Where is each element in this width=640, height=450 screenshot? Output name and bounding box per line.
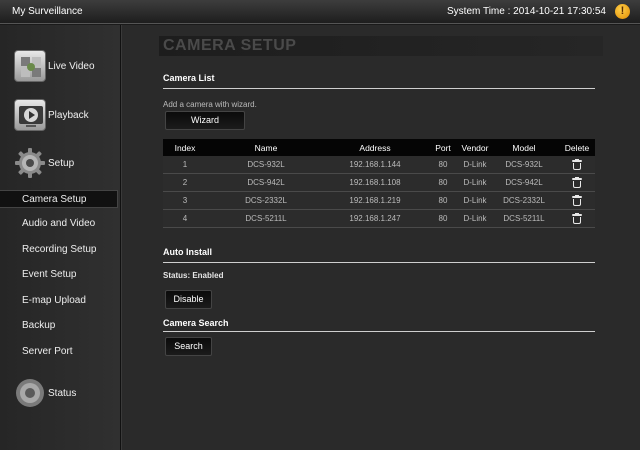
playback-label: Playback [48,110,89,121]
cell-name: DCS-942L [247,178,285,187]
table-row[interactable]: 4 DCS-5211L 192.168.1.247 80 D-Link DCS-… [163,210,595,228]
trash-icon[interactable] [572,195,582,206]
cell-address: 192.168.1.247 [349,214,401,223]
col-port: Port [435,142,451,153]
col-delete: Delete [564,142,590,153]
cell-vendor: D-Link [463,214,487,223]
nav-playback[interactable]: Playback [14,99,118,133]
disable-button[interactable]: Disable [165,290,212,309]
delete-cell [559,210,595,227]
playback-icon [14,99,46,131]
sidebar-item-audio-video[interactable]: Audio and Video [0,215,118,233]
cell-port: 80 [438,160,448,169]
cell-index: 2 [182,178,188,187]
live-video-icon [14,50,46,82]
delete-cell [559,174,595,191]
delete-cell [559,192,595,209]
cell-port: 80 [438,214,448,223]
setup-label: Setup [48,158,75,169]
table-header: Index Name Address Port Vendor Model Del… [163,139,595,156]
nav-status[interactable]: Status [14,377,118,411]
cell-model: DCS-942L [505,178,543,187]
table-row[interactable]: 1 DCS-932L 192.168.1.144 80 D-Link DCS-9… [163,156,595,174]
wizard-button[interactable]: Wizard [165,111,245,130]
nav-live-video[interactable]: Live Video [14,50,118,84]
cell-port: 80 [438,178,448,187]
trash-icon[interactable] [572,213,582,224]
cell-vendor: D-Link [463,196,487,205]
sidebar-item-camera-setup[interactable]: Camera Setup [0,190,118,208]
cell-port: 80 [438,196,448,205]
sidebar-item-recording-setup[interactable]: Recording Setup [0,241,118,259]
camera-list-heading: Camera List [163,73,215,83]
status-label: Status [48,388,77,399]
table-row[interactable]: 2 DCS-942L 192.168.1.108 80 D-Link DCS-9… [163,174,595,192]
cell-model: DCS-932L [505,160,543,169]
cell-model: DCS-2332L [503,196,545,205]
page-title: CAMERA SETUP [159,36,603,56]
cell-index: 4 [182,214,188,223]
camera-search-divider [163,331,595,332]
alert-icon[interactable]: ! [615,4,630,19]
auto-install-heading: Auto Install [163,247,212,257]
cell-name: DCS-932L [247,160,285,169]
camera-list-divider [163,88,595,89]
sidebar: Live Video Playback Setup Camera Setup A… [0,25,121,450]
camera-search-heading: Camera Search [163,318,229,328]
table-row[interactable]: 3 DCS-2332L 192.168.1.219 80 D-Link DCS-… [163,192,595,210]
sidebar-item-event-setup[interactable]: Event Setup [0,266,118,284]
cell-index: 3 [182,196,188,205]
gear-icon [14,147,46,179]
live-video-label: Live Video [48,61,95,72]
cell-address: 192.168.1.144 [349,160,401,169]
camera-table: Index Name Address Port Vendor Model Del… [163,139,595,228]
search-button[interactable]: Search [165,337,212,356]
auto-install-divider [163,262,595,263]
cell-vendor: D-Link [463,178,487,187]
sidebar-item-server-port[interactable]: Server Port [0,343,118,361]
nav-setup[interactable]: Setup [14,147,118,181]
col-name: Name [254,142,278,153]
sidebar-item-emap-upload[interactable]: E-map Upload [0,292,118,310]
col-address: Address [359,142,391,153]
status-icon [14,377,46,409]
wizard-hint: Add a camera with wizard. [163,100,257,109]
cell-name: DCS-5211L [245,214,287,223]
col-model: Model [512,142,536,153]
delete-cell [559,156,595,173]
auto-install-status: Status: Enabled [163,271,224,280]
cell-address: 192.168.1.219 [349,196,401,205]
title-bar: My Surveillance System Time : 2014-10-21… [0,0,640,24]
cell-index: 1 [182,160,188,169]
app-title: My Surveillance [12,6,83,17]
cell-address: 192.168.1.108 [349,178,401,187]
main-panel: CAMERA SETUP Camera List Add a camera wi… [121,25,640,450]
col-vendor: Vendor [461,142,489,153]
trash-icon[interactable] [572,177,582,188]
trash-icon[interactable] [572,159,582,170]
system-time: System Time : 2014-10-21 17:30:54 [447,6,606,17]
sidebar-item-backup[interactable]: Backup [0,317,118,335]
cell-name: DCS-2332L [245,196,287,205]
cell-model: DCS-5211L [503,214,545,223]
cell-vendor: D-Link [463,160,487,169]
col-index: Index [174,142,196,153]
